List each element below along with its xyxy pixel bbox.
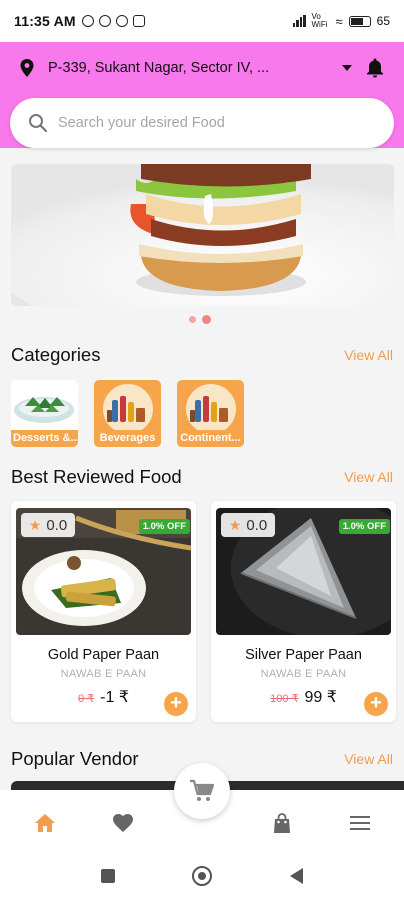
star-icon: ★ (228, 516, 242, 533)
food-card[interactable]: ★ 0.0 1.0% OFF Gold Paper Paan NAWAB E P… (11, 501, 196, 722)
vendor-name: NAWAB E PAAN (60, 668, 147, 680)
vendor-name: NAWAB E PAAN (260, 668, 347, 680)
food-name: Gold Paper Paan (47, 647, 160, 663)
dessert-plate-icon (14, 397, 74, 423)
search-input[interactable]: Search your desired Food (58, 115, 225, 131)
delivery-address: P-339, Sukant Nagar, Sector IV, ... (48, 60, 270, 76)
status-bar: 11:35 AM Vo WiFi ≈ 65 (0, 0, 404, 42)
star-icon: ★ (28, 516, 42, 533)
menu-icon[interactable] (349, 812, 371, 834)
discount-badge: 1.0% OFF (138, 519, 190, 534)
app-header: P-339, Sukant Nagar, Sector IV, ... Sear… (0, 42, 404, 148)
category-desserts[interactable]: Desserts &... (11, 380, 78, 447)
location-pin-icon (20, 59, 34, 77)
chevron-down-icon[interactable] (342, 65, 352, 71)
discount-badge: 1.0% OFF (338, 519, 390, 534)
bag-icon[interactable] (271, 812, 293, 834)
original-price: 0 ₹ (77, 693, 95, 705)
categories-view-all-link[interactable]: View All (344, 347, 393, 363)
search-icon (29, 114, 48, 133)
food-card[interactable]: ★ 0.0 1.0% OFF Silver Paper Paan NAWAB E… (211, 501, 396, 722)
categories-list: Desserts &... Beverages Continent... (11, 380, 244, 447)
banner-pagination (189, 315, 211, 324)
clock-icon (98, 15, 111, 27)
heart-icon[interactable] (112, 812, 134, 834)
category-label: Beverages (94, 430, 161, 447)
food-name: Silver Paper Paan (245, 647, 362, 663)
alarm-icon (81, 15, 94, 27)
pagination-dot[interactable] (189, 316, 196, 323)
battery-level: 65 (376, 14, 390, 28)
promo-banner[interactable] (11, 164, 394, 306)
signal-icon (292, 15, 306, 27)
current-price: 99 ₹ (304, 689, 337, 706)
status-time: 11:35 AM (14, 13, 76, 29)
popular-vendor-title: Popular Vendor (11, 748, 139, 769)
back-button[interactable] (290, 868, 303, 884)
recent-apps-button[interactable] (101, 869, 115, 883)
rating-badge: ★ 0.0 (21, 513, 75, 537)
best-reviewed-title: Best Reviewed Food (11, 466, 182, 487)
app-notification-icon (132, 15, 145, 27)
home-button[interactable] (192, 866, 212, 886)
rating-value: 0.0 (246, 516, 268, 534)
rating-value: 0.0 (46, 516, 68, 534)
pagination-dot-active[interactable] (202, 315, 211, 324)
original-price: 100 ₹ (270, 693, 299, 705)
category-beverages[interactable]: Beverages (94, 380, 161, 447)
bottles-icon (190, 396, 228, 422)
popular-vendor-view-all-link[interactable]: View All (344, 751, 393, 767)
home-icon[interactable] (34, 812, 56, 834)
current-price: -1 ₹ (100, 689, 130, 706)
search-bar[interactable]: Search your desired Food (10, 98, 394, 148)
category-continental[interactable]: Continent... (177, 380, 244, 447)
add-to-cart-button[interactable]: + (364, 692, 388, 716)
address-selector[interactable]: P-339, Sukant Nagar, Sector IV, ... (0, 52, 404, 84)
app-screen: 11:35 AM Vo WiFi ≈ 65 P-339, Sukant Naga… (0, 0, 404, 900)
add-to-cart-button[interactable]: + (164, 692, 188, 716)
cart-icon (190, 779, 215, 801)
system-navigation-bar (0, 852, 404, 900)
bottles-icon (107, 396, 145, 422)
cart-button[interactable] (174, 763, 230, 819)
network-label: Vo WiFi (311, 12, 328, 29)
category-label: Desserts &... (11, 430, 78, 447)
burger-image (11, 164, 394, 306)
best-reviewed-list: ★ 0.0 1.0% OFF Gold Paper Paan NAWAB E P… (11, 501, 404, 722)
categories-title: Categories (11, 344, 101, 365)
rating-badge: ★ 0.0 (221, 513, 275, 537)
best-reviewed-view-all-link[interactable]: View All (344, 469, 393, 485)
wifi-icon: ≈ (335, 13, 343, 29)
notification-bell-icon[interactable] (366, 58, 384, 78)
whatsapp-icon (115, 15, 128, 27)
category-label: Continent... (177, 430, 244, 447)
battery-icon (348, 15, 371, 27)
